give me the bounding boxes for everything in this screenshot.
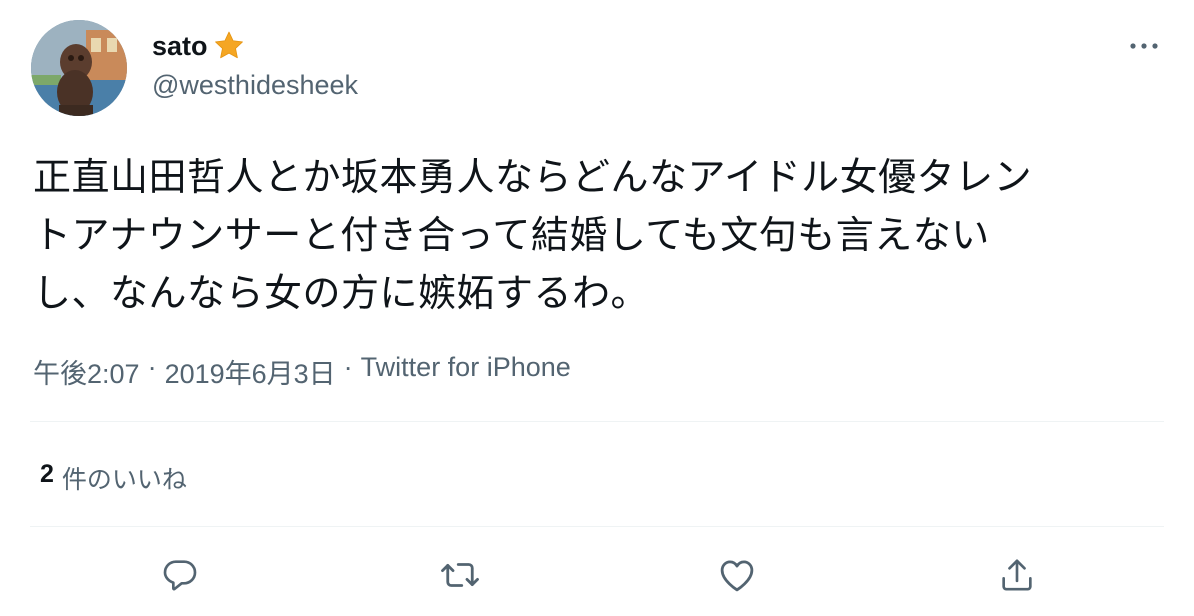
author-name-row[interactable]: sato: [152, 28, 246, 64]
action-bar: [0, 552, 1194, 598]
tweet-card: sato @westhidesheek 正直山田哲人とか坂本勇人ならどんなアイド…: [0, 0, 1194, 616]
meta-separator: ·: [147, 352, 157, 382]
retweet-icon: [441, 563, 479, 587]
author-display-name[interactable]: sato: [152, 31, 208, 62]
likes-stat[interactable]: 2 件のいいね: [40, 460, 187, 496]
tweet-text-line: 正直山田哲人とか坂本勇人ならどんなアイドル女優タレン: [33, 155, 1033, 199]
likes-label: 件のいいね: [61, 466, 187, 494]
avatar-image: [31, 20, 127, 116]
star-emoji-icon: [212, 29, 246, 63]
tweet-text-line: トアナウンサーと付き合って結婚しても文句も言えない: [33, 213, 990, 257]
divider: [30, 526, 1164, 527]
author-handle[interactable]: @westhidesheek: [152, 70, 358, 101]
reply-button[interactable]: [157, 552, 203, 598]
likes-count: 2: [40, 460, 54, 488]
divider: [30, 421, 1164, 422]
avatar[interactable]: [31, 20, 127, 116]
tweet-text-line: し、なんなら女の方に嫉妬するわ。: [33, 271, 650, 315]
meta-separator: ·: [343, 352, 353, 382]
tweet-source[interactable]: Twitter for iPhone: [361, 352, 571, 391]
share-icon: [1002, 559, 1032, 591]
retweet-button[interactable]: [437, 552, 483, 598]
more-options-icon[interactable]: [1124, 34, 1164, 58]
like-button[interactable]: [714, 552, 760, 598]
heart-icon: [720, 560, 754, 592]
tweet-date[interactable]: 2019年6月3日: [165, 352, 336, 391]
share-button[interactable]: [994, 552, 1040, 598]
reply-icon: [163, 560, 197, 591]
tweet-meta: 午後2:07 · 2019年6月3日 · Twitter for iPhone: [33, 352, 571, 391]
tweet-time[interactable]: 午後2:07: [33, 352, 140, 391]
tweet-text: 正直山田哲人とか坂本勇人ならどんなアイドル女優タレン トアナウンサーと付き合って…: [33, 148, 1153, 322]
